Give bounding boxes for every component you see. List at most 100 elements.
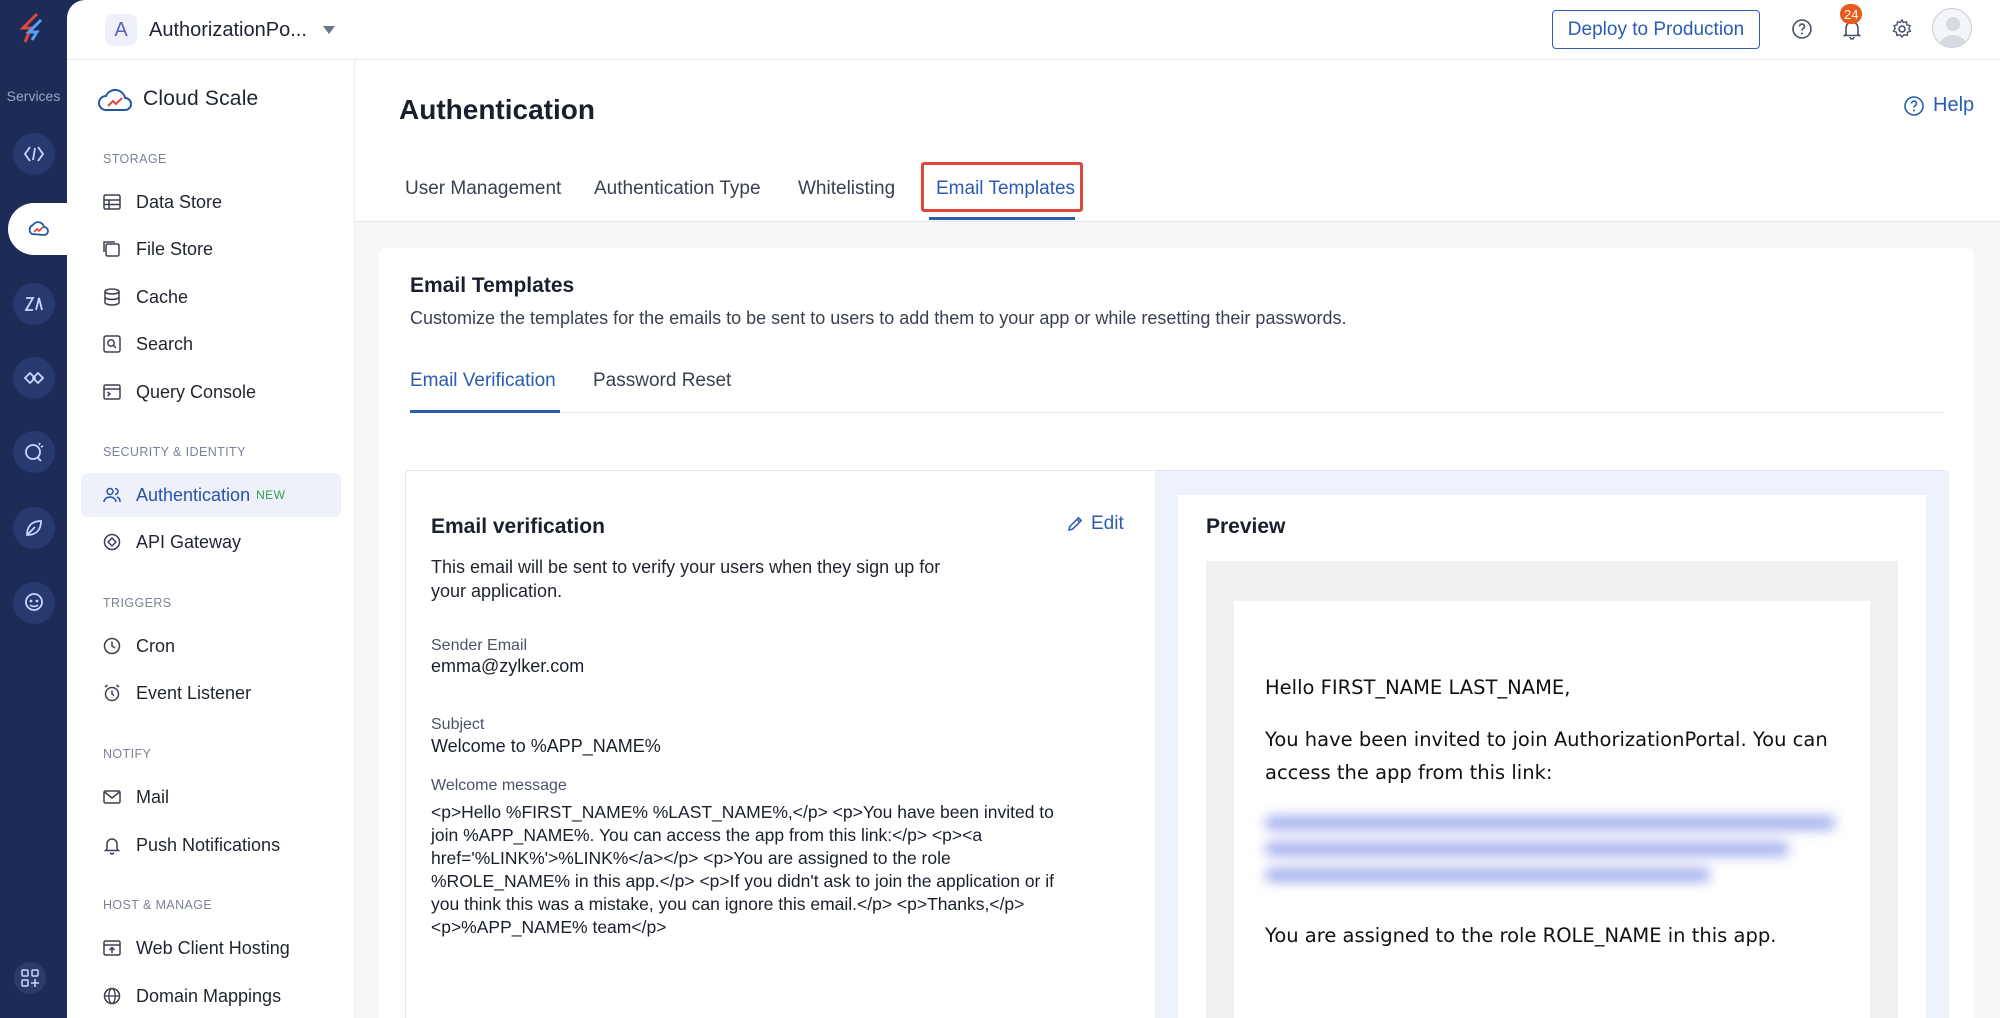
help-label: Help: [1933, 94, 1975, 116]
card-title: Email Templates: [410, 274, 575, 297]
sidebar-item-push-notifications[interactable]: Push Notifications: [81, 823, 341, 867]
apps-grid-icon[interactable]: [14, 962, 46, 994]
sidebar-item-api-gateway[interactable]: API Gateway: [81, 520, 341, 564]
tab-user-management[interactable]: User Management: [405, 178, 561, 200]
project-initial-badge: A: [105, 14, 137, 46]
rail-serverless-icon[interactable]: [13, 133, 55, 175]
edit-button[interactable]: Edit: [1066, 513, 1124, 535]
preview-email-body: Hello FIRST_NAME LAST_NAME, You have bee…: [1234, 601, 1870, 1018]
sidebar-item-label: Cron: [136, 635, 176, 656]
users-icon: [103, 487, 121, 503]
template-details: Email verification Edit This email will …: [406, 471, 1155, 1018]
content-header: Authentication Help User Management Auth…: [355, 60, 2000, 222]
preview-title: Preview: [1206, 515, 1286, 538]
subject-value: Welcome to %APP_NAME%: [431, 736, 661, 756]
template-description: This email will be sent to verify your u…: [431, 557, 941, 601]
subtab-password-reset[interactable]: Password Reset: [593, 370, 731, 392]
preview-role-text: You are assigned to the role ROLE_NAME i…: [1265, 924, 1777, 947]
pencil-icon: [1068, 516, 1083, 531]
subject-label: Subject: [431, 716, 485, 733]
rail-integrations-icon[interactable]: [13, 357, 55, 399]
section-triggers: TRIGGERS: [103, 596, 172, 610]
sidebar-item-label: Web Client Hosting: [136, 937, 290, 958]
sidebar-item-authentication[interactable]: Authentication NEW: [81, 473, 341, 517]
globe-icon: [103, 987, 121, 1005]
section-storage: STORAGE: [103, 152, 167, 166]
preview-invite-text: You have been invited to join Authorizat…: [1265, 728, 1828, 784]
sidebar-item-search[interactable]: Search: [81, 322, 341, 366]
sidebar-item-web-client-hosting[interactable]: Web Client Hosting: [81, 926, 341, 970]
gear-icon[interactable]: [1887, 14, 1917, 44]
chevron-down-icon: [322, 26, 335, 34]
search-icon: [103, 335, 121, 353]
console-icon: [103, 384, 121, 400]
sidebar-item-file-store[interactable]: File Store: [81, 227, 341, 271]
sidebar-item-data-store[interactable]: Data Store: [81, 180, 341, 224]
tab-authentication-type[interactable]: Authentication Type: [594, 178, 761, 200]
rail-pipelines-icon[interactable]: [13, 507, 55, 549]
active-subtab-indicator: [410, 410, 560, 413]
sidebar-item-label: Mail: [136, 786, 170, 807]
preview-frame: Hello FIRST_NAME LAST_NAME, You have bee…: [1206, 561, 1898, 1018]
cloud-scale-brand: Cloud Scale: [97, 84, 258, 114]
highlight-annotation: [921, 162, 1083, 212]
tab-whitelisting[interactable]: Whitelisting: [798, 178, 895, 200]
cloud-scale-icon: [98, 88, 132, 111]
catalyst-logo-icon[interactable]: [15, 10, 51, 46]
sidebar-item-label: Search: [136, 333, 194, 354]
welcome-message-label: Welcome message: [431, 777, 567, 794]
rail-signals-icon[interactable]: [13, 582, 55, 624]
sidebar-item-label: Query Console: [136, 381, 257, 402]
sidebar: Cloud Scale STORAGE Data Store File Stor…: [67, 60, 355, 1018]
preview-blurred-link: [1265, 816, 1835, 904]
table-icon: [103, 194, 121, 210]
sidebar-item-label: Data Store: [136, 191, 223, 212]
services-rail: Services: [0, 0, 67, 1018]
project-name: AuthorizationPo...: [149, 18, 307, 41]
file-stack-icon: [103, 241, 120, 257]
sidebar-item-label: API Gateway: [136, 531, 242, 552]
sender-email-label: Sender Email: [431, 637, 528, 654]
project-switcher[interactable]: A AuthorizationPo...: [105, 14, 335, 46]
subtab-email-verification[interactable]: Email Verification: [410, 370, 556, 392]
section-notify: NOTIFY: [103, 747, 152, 761]
welcome-message-value: <p>Hello %FIRST_NAME% %LAST_NAME%,</p> <…: [431, 802, 1055, 937]
email-verification-panel: Email verification Edit This email will …: [405, 470, 1949, 1018]
sidebar-item-mail[interactable]: Mail: [81, 775, 341, 819]
clock-icon: [103, 637, 121, 655]
edit-label: Edit: [1091, 513, 1124, 534]
help-circle-icon: [1904, 95, 1924, 116]
help-circle-icon[interactable]: [1787, 14, 1817, 44]
sidebar-item-domain-mappings[interactable]: Domain Mappings: [81, 974, 341, 1018]
sidebar-item-cron[interactable]: Cron: [81, 624, 341, 668]
sidebar-item-cache[interactable]: Cache: [81, 275, 341, 319]
rail-quickml-icon[interactable]: [13, 431, 55, 473]
sidebar-item-event-listener[interactable]: Event Listener: [81, 671, 341, 715]
user-avatar[interactable]: [1932, 8, 1972, 48]
rail-zia-icon[interactable]: [13, 283, 55, 325]
content-area: Authentication Help User Management Auth…: [355, 60, 2000, 1018]
sidebar-item-label: Event Listener: [136, 682, 252, 703]
help-link[interactable]: Help: [1903, 94, 1974, 117]
upload-window-icon: [103, 940, 121, 956]
sidebar-item-label: Authentication: [136, 484, 251, 505]
section-host: HOST & MANAGE: [103, 898, 213, 912]
main-panel: A AuthorizationPo... Deploy to Productio…: [67, 0, 2000, 1018]
bell-icon: [103, 838, 121, 855]
section-security: SECURITY & IDENTITY: [103, 445, 246, 459]
brand-label: Cloud Scale: [143, 87, 259, 110]
alarm-icon: [104, 684, 120, 702]
template-title: Email verification: [431, 515, 605, 538]
top-bar: A AuthorizationPo... Deploy to Productio…: [67, 0, 2000, 60]
active-tab-indicator: [929, 217, 1075, 220]
mail-icon: [103, 790, 121, 804]
rail-cloud-scale-icon[interactable]: [8, 203, 67, 255]
deploy-to-production-button[interactable]: Deploy to Production: [1552, 10, 1760, 49]
email-templates-card: Email Templates Customize the templates …: [379, 248, 1974, 1018]
sidebar-item-query-console[interactable]: Query Console: [81, 370, 341, 414]
page-title: Authentication: [399, 94, 595, 125]
card-description: Customize the templates for the emails t…: [410, 308, 1347, 328]
sidebar-item-label: File Store: [136, 238, 214, 259]
new-badge: NEW: [256, 488, 286, 502]
services-label: Services: [6, 88, 61, 104]
